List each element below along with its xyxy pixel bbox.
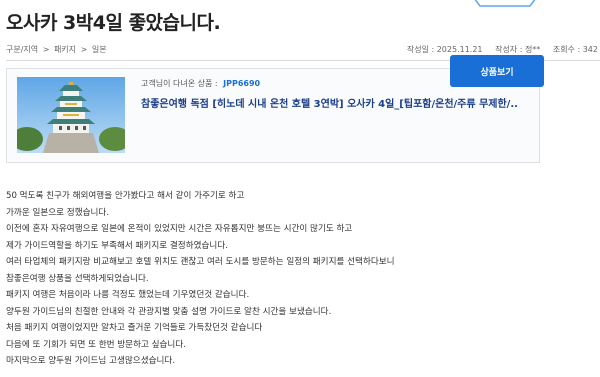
osaka-castle-photo-icon <box>17 77 125 153</box>
review-line: 여러 타업체의 패키지랑 비교해보고 호텔 위치도 괜찮고 여러 도시를 방문하… <box>6 257 395 267</box>
product-name-link[interactable]: 참좋은여행 독점 [히노데 시내 온천 호텔 3연박] 오사카 4일_[팁포함/… <box>141 95 531 110</box>
review-line: 다음에 또 기회가 되면 또 한번 방문하고 싶습니다. <box>6 339 186 350</box>
review-line: 이전에 혼자 자유여행으로 일본에 온적이 있었지만 시간은 자유롭지만 붕뜨는… <box>6 224 353 234</box>
review-line: 처음 패키지 여행이었지만 알차고 즐거운 기억들로 가득찼던것 같습니다 <box>6 323 263 333</box>
product-label-row: 고객님이 다녀온 상품 : JPP6690 <box>141 78 260 89</box>
review-line: 제가 가이드역할을 하기도 부족해서 패키지로 결정하였습니다. <box>6 240 228 251</box>
review-line: 마지막으로 양두원 가이드님 고생많으셨습니다. <box>6 356 176 366</box>
product-label: 고객님이 다녀온 상품 : <box>141 79 218 88</box>
post-author: 작성자 : 정** <box>495 45 541 54</box>
breadcrumb-item-package[interactable]: 패키지 <box>54 45 76 54</box>
review-line: 50 먹도록 친구가 해외여행을 안가봤다고 해서 같이 가주기로 하고 <box>6 191 245 201</box>
post-date: 작성일 : 2025.11.21 <box>406 45 483 54</box>
post-views: 조회수 : 342 <box>552 45 598 54</box>
breadcrumb-item-category[interactable]: 구분/지역 <box>6 45 38 54</box>
review-line: 가까운 일본으로 정했습니다. <box>6 207 110 218</box>
product-code: JPP6690 <box>223 79 261 88</box>
review-line: 참좋은여행 상품을 선택하게되었습니다. <box>6 273 149 284</box>
breadcrumb-item-japan[interactable]: 일본 <box>92 45 107 54</box>
review-line: 패키지 여행은 처음이라 나름 걱정도 했었는데 기우였던것 같습니다. <box>6 290 250 300</box>
page-title: 오사카 3박4일 좋았습니다. <box>6 12 221 34</box>
breadcrumb-separator: > <box>42 45 50 54</box>
post-meta-info: 작성일 : 2025.11.21 작성자 : 정** 조회수 : 342 <box>397 44 598 55</box>
product-thumbnail[interactable] <box>17 77 125 153</box>
header-decoration-graphic <box>474 0 536 7</box>
breadcrumb: 구분/지역 > 패키지 > 일본 <box>6 44 109 55</box>
breadcrumb-separator: > <box>80 45 88 54</box>
review-content: 50 먹도록 친구가 해외여행을 안가봤다고 해서 같이 가주기로 하고 가까운… <box>6 188 586 370</box>
review-line: 양두원 가이드님의 친절한 안내와 각 관광지별 맞춤 설명 가이드로 알찬 시… <box>6 306 332 317</box>
view-product-button[interactable]: 상품보기 <box>450 55 544 87</box>
